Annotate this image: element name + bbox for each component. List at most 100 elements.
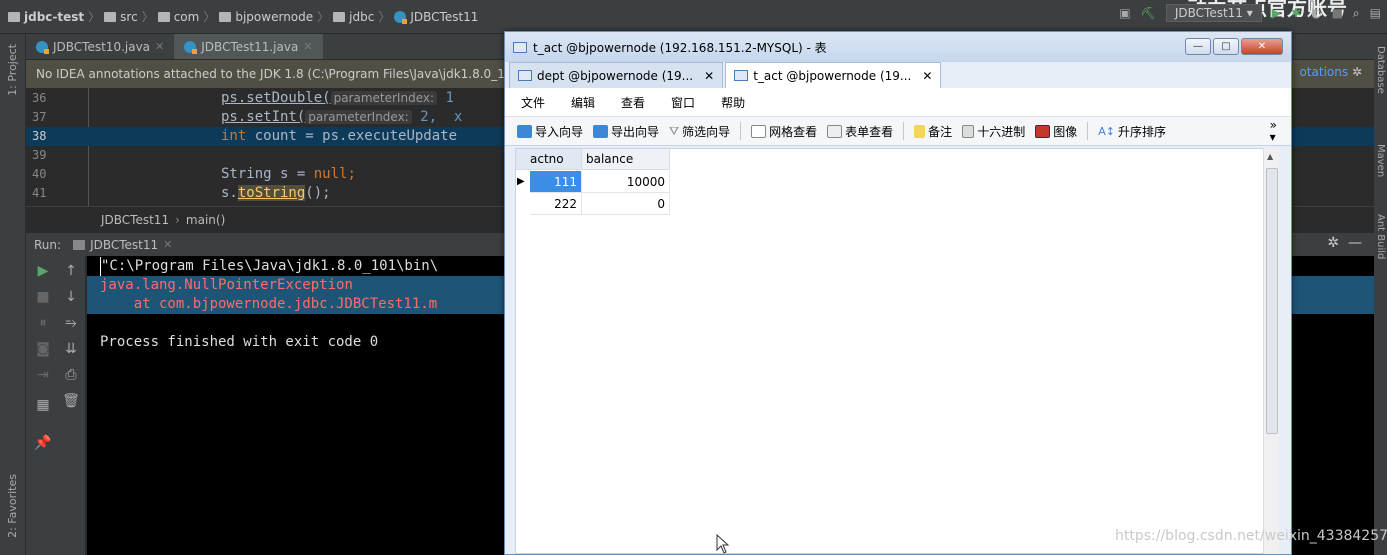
form-view-button[interactable]: 表单查看 — [827, 123, 893, 140]
grid-cell[interactable]: 222 — [530, 193, 582, 215]
toolbar-overflow-button[interactable]: » ▾ — [1270, 119, 1277, 143]
down-arrow-icon[interactable]: ↓ — [62, 288, 80, 306]
navicat-table-window: t_act @bjpowernode (192.168.151.2-MYSQL)… — [504, 31, 1292, 555]
table-icon — [513, 41, 527, 53]
layout-icon[interactable]: ▣ — [1119, 6, 1130, 20]
menu-window[interactable]: 窗口 — [671, 94, 695, 111]
menu-edit[interactable]: 编辑 — [571, 94, 595, 111]
breadcrumb-class[interactable]: JDBCTest11 — [101, 213, 169, 227]
stop-icon[interactable]: ■ — [34, 288, 52, 306]
grid-icon — [751, 124, 767, 138]
vertical-scrollbar[interactable]: ▲ — [1263, 148, 1279, 554]
close-button[interactable]: ✕ — [1241, 38, 1283, 55]
import-icon — [517, 124, 532, 138]
trash-icon[interactable]: 🗑 — [62, 392, 80, 410]
close-icon[interactable]: ✕ — [922, 69, 932, 83]
class-icon — [394, 10, 408, 24]
breadcrumb-jdbc[interactable]: jdbc 〉 — [333, 8, 390, 25]
export-wizard-button[interactable]: 导出向导 — [593, 123, 659, 140]
pin-icon[interactable]: 📌 — [34, 434, 52, 452]
window-title-bar[interactable]: t_act @bjpowernode (192.168.151.2-MYSQL)… — [505, 32, 1291, 62]
folder-icon — [104, 11, 117, 22]
class-icon — [184, 40, 198, 54]
build-hammer-icon[interactable]: ⛏ — [1141, 6, 1156, 20]
run-tab[interactable]: JDBCTest11 ✕ — [73, 238, 172, 252]
breadcrumb-method[interactable]: main() — [186, 213, 225, 227]
breadcrumb-class[interactable]: JDBCTest11 — [394, 10, 478, 24]
breadcrumb-bjpowernode[interactable]: bjpowernode 〉 — [219, 8, 329, 25]
run-toolbar: ▶ ↑ ■ ↓ ⏸ ⥱ ◙ ⇊ ⇥ ⎙ ▦ 🗑 📌 — [26, 256, 86, 555]
soft-wrap-icon[interactable]: ⥱ — [62, 314, 80, 332]
table-icon — [518, 70, 532, 81]
print-icon[interactable]: ⎙ — [62, 366, 80, 384]
close-icon[interactable]: ✕ — [303, 40, 312, 53]
structure-icon[interactable]: ▤ — [1370, 6, 1381, 20]
mouse-pointer-icon — [716, 534, 730, 554]
up-arrow-icon[interactable]: ↑ — [62, 262, 80, 280]
debug-icon[interactable]: ✱ — [1291, 6, 1301, 20]
close-icon[interactable]: ✕ — [704, 69, 714, 83]
breadcrumb-project[interactable]: jdbc-test 〉 — [8, 8, 100, 25]
column-header-actno[interactable]: actno — [516, 149, 582, 170]
image-button[interactable]: 图像 — [1035, 123, 1077, 140]
maven-tool-tab[interactable]: Maven — [1375, 144, 1386, 177]
grid-cell[interactable]: 10000 — [582, 171, 670, 193]
tab-t-act[interactable]: t_act @bjpowernode (19... ✕ — [725, 62, 942, 88]
export-icon — [593, 124, 609, 138]
pause-icon[interactable]: ⏸ — [34, 314, 52, 332]
maximize-button[interactable]: □ — [1213, 38, 1239, 55]
menu-view[interactable]: 查看 — [621, 94, 645, 111]
favorites-tool-tab[interactable]: 2: Favorites — [6, 474, 19, 538]
memo-button[interactable]: 备注 — [914, 123, 952, 140]
menu-bar: 文件 编辑 查看 窗口 帮助 — [505, 88, 1291, 116]
import-wizard-button[interactable]: 导入向导 — [517, 123, 583, 140]
search-icon[interactable]: ⌕ — [1353, 6, 1360, 21]
grid-cell[interactable]: 0 — [582, 193, 670, 215]
table-icon — [734, 70, 749, 81]
sort-ascending-button[interactable]: A↕ 升序排序 — [1098, 123, 1166, 140]
grid-view-button[interactable]: 网格查看 — [751, 123, 817, 140]
hex-button[interactable]: 十六进制 — [962, 123, 1025, 140]
scrollbar-thumb[interactable] — [1266, 168, 1278, 434]
data-grid[interactable]: actno balance ▶ 111 10000 222 0 — [515, 148, 1267, 554]
scroll-up-icon[interactable]: ▲ — [1267, 152, 1273, 161]
grid-cell[interactable]: 111 — [530, 171, 582, 193]
exit-icon[interactable]: ⇥ — [34, 366, 52, 384]
tab-dept[interactable]: dept @bjpowernode (19... ✕ — [509, 62, 724, 88]
banner-link[interactable]: otations ✲ — [1299, 65, 1362, 79]
layout-icon[interactable]: ▦ — [34, 396, 52, 414]
close-icon[interactable]: ✕ — [155, 40, 164, 53]
ant-build-tool-tab[interactable]: Ant Build — [1375, 214, 1386, 259]
menu-help[interactable]: 帮助 — [721, 94, 745, 111]
coverage-icon[interactable]: ◐ — [1311, 6, 1321, 20]
menu-file[interactable]: 文件 — [521, 94, 545, 111]
navigation-bar: jdbc-test 〉 src 〉 com 〉 bjpowernode 〉 jdbc 〉 … — [0, 0, 1387, 34]
folder-icon — [8, 11, 20, 22]
package-icon — [333, 11, 346, 22]
filter-wizard-button[interactable]: ⛛ 筛选向导 — [669, 123, 730, 140]
breadcrumb-src[interactable]: src 〉 — [104, 8, 154, 25]
rerun-icon[interactable]: ▶ — [34, 262, 52, 280]
database-tool-tab[interactable]: Database — [1375, 46, 1386, 94]
gear-icon[interactable]: ✲ — [1352, 65, 1362, 79]
hex-icon — [962, 124, 975, 138]
run-icon[interactable]: ▶ — [1272, 6, 1281, 20]
tab-jdbctest10[interactable]: JDBCTest10.java ✕ — [26, 34, 174, 59]
current-row-marker-icon: ▶ — [517, 176, 525, 187]
project-tool-tab[interactable]: 1: Project — [6, 44, 19, 96]
left-tool-strip: 1: Project 2: Favorites — [0, 34, 26, 555]
close-icon[interactable]: ✕ — [163, 238, 172, 251]
memo-icon — [914, 124, 926, 138]
scroll-to-end-icon[interactable]: ⇊ — [62, 340, 80, 358]
filter-icon: ⛛ — [669, 123, 680, 138]
camera-icon[interactable]: ◙ — [34, 340, 52, 358]
stop-icon[interactable]: ■ — [1332, 6, 1343, 20]
run-config-select[interactable]: JDBCTest11 ▾ — [1165, 4, 1262, 22]
breadcrumb-com[interactable]: com 〉 — [157, 8, 215, 25]
package-icon — [157, 11, 170, 22]
tab-jdbctest11[interactable]: JDBCTest11.java ✕ — [174, 34, 323, 59]
minimize-icon[interactable]: — — [1348, 235, 1362, 251]
gear-icon[interactable]: ✲ — [1327, 235, 1339, 251]
minimize-button[interactable]: — — [1185, 38, 1211, 55]
column-header-balance[interactable]: balance — [582, 149, 670, 170]
